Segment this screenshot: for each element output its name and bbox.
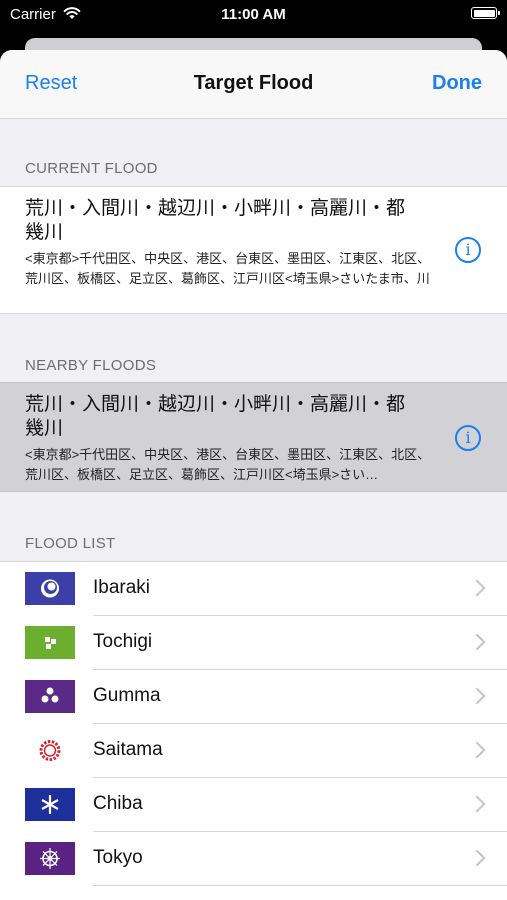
current-flood-header: CURRENT FLOOD [25, 160, 158, 177]
list-item-label: Saitama [93, 739, 163, 760]
list-item-ibaraki[interactable]: Ibaraki [0, 562, 507, 616]
current-flood-title: 荒川・入間川・越辺川・小畔川・高麗川・都幾川 [25, 198, 406, 243]
current-flood-cell[interactable]: 荒川・入間川・越辺川・小畔川・高麗川・都幾川 <東京都>千代田区、中央区、港区、… [0, 186, 507, 314]
flood-list: Ibaraki Tochigi Gumma Saitama Chiba Toky… [0, 561, 507, 900]
status-bar: Carrier 11:00 AM [0, 0, 507, 32]
nearby-flood-areas: <東京都>千代田区、中央区、港区、台東区、墨田区、江東区、北区、荒川区、板橋区、… [25, 447, 431, 482]
list-item-partial[interactable] [0, 886, 507, 900]
chevron-right-icon [468, 849, 486, 867]
list-item-tochigi[interactable]: Tochigi [0, 616, 507, 670]
chevron-right-icon [468, 687, 486, 705]
partial-emblem-icon [25, 896, 75, 900]
chevron-right-icon [468, 633, 486, 651]
ibaraki-emblem-icon [25, 572, 75, 605]
nearby-flood-title: 荒川・入間川・越辺川・小畔川・高麗川・都幾川 [25, 394, 406, 439]
current-flood-areas: <東京都>千代田区、中央区、港区、台東区、墨田区、江東区、北区、荒川区、板橋区、… [25, 251, 431, 286]
list-item-label: Tokyo [93, 847, 143, 868]
list-item-gumma[interactable]: Gumma [0, 670, 507, 724]
nearby-floods-header: NEARBY FLOODS [25, 357, 157, 374]
list-item-chiba[interactable]: Chiba [0, 778, 507, 832]
modal-sheet: Reset Target Flood Done CURRENT FLOOD 荒川… [0, 50, 507, 900]
list-item-tokyo[interactable]: Tokyo [0, 832, 507, 886]
battery-icon [471, 7, 500, 19]
nearby-flood-info-icon[interactable]: i [455, 425, 481, 451]
list-item-label: Gumma [93, 685, 161, 706]
navigation-bar: Reset Target Flood Done [0, 50, 507, 119]
chevron-right-icon [468, 795, 486, 813]
list-item-label: Chiba [93, 793, 143, 814]
nearby-flood-cell[interactable]: 荒川・入間川・越辺川・小畔川・高麗川・都幾川 <東京都>千代田区、中央区、港区、… [0, 382, 507, 492]
list-item-saitama[interactable]: Saitama [0, 724, 507, 778]
flood-list-header: FLOOD LIST [25, 535, 116, 552]
list-item-label: Ibaraki [93, 577, 151, 598]
gumma-emblem-icon [25, 680, 75, 713]
done-button[interactable]: Done [432, 72, 482, 95]
tochigi-emblem-icon [25, 626, 75, 659]
page-title: Target Flood [193, 72, 314, 94]
status-time: 11:00 AM [221, 6, 286, 23]
current-flood-info-icon[interactable]: i [455, 237, 481, 263]
saitama-emblem-icon [25, 734, 75, 767]
chiba-emblem-icon [25, 788, 75, 821]
chevron-right-icon [468, 741, 486, 759]
chevron-right-icon [468, 579, 486, 597]
tokyo-emblem-icon [25, 842, 75, 875]
list-item-label: Tochigi [93, 631, 153, 652]
